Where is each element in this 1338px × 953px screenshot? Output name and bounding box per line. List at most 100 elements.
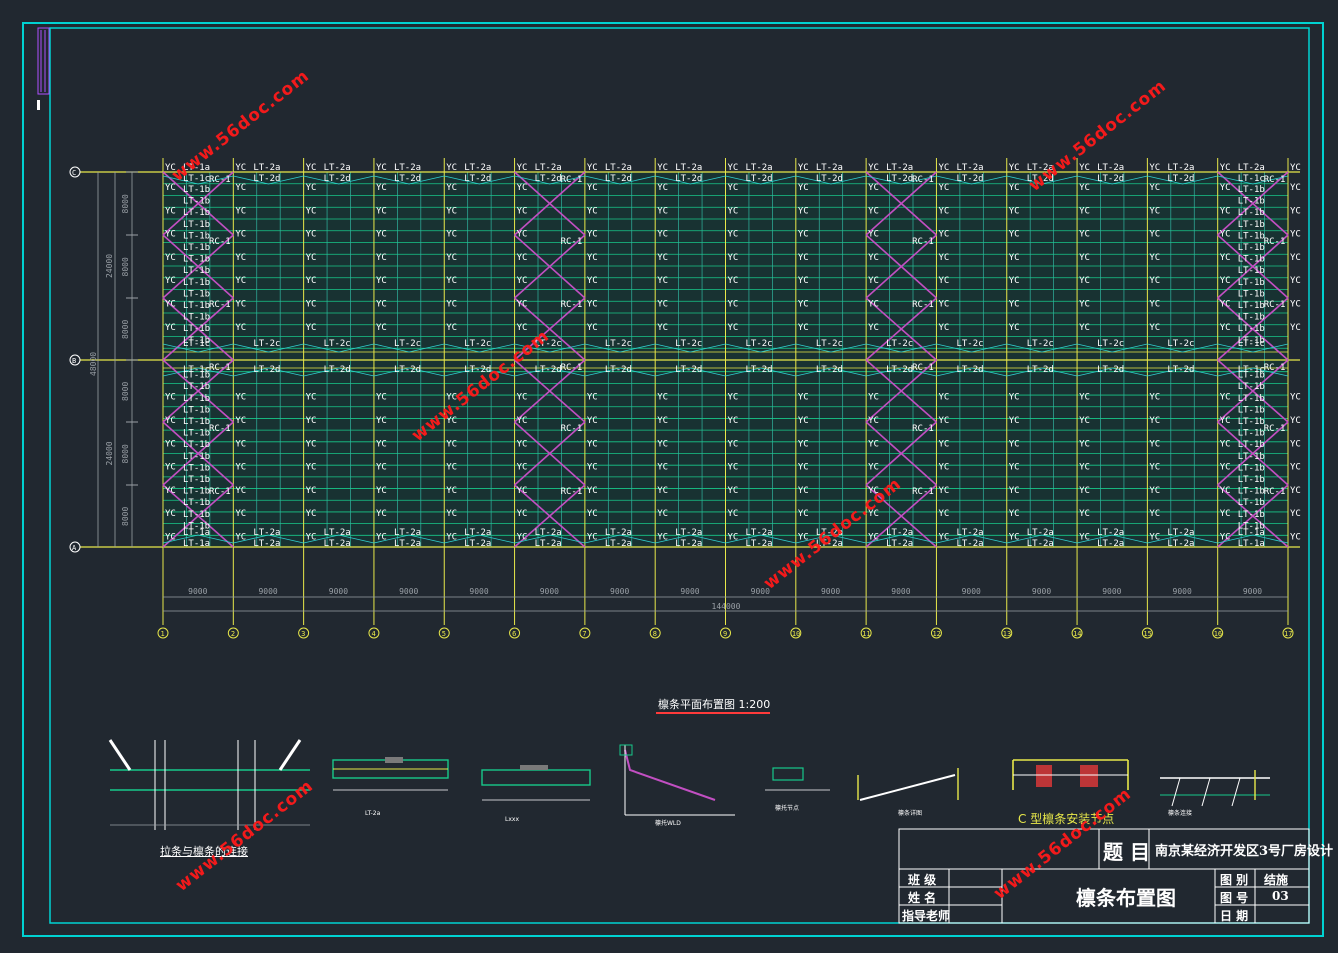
yc-label: YC xyxy=(657,163,668,173)
yc-label: YC xyxy=(1220,463,1231,473)
rc-label: RC-1 xyxy=(1264,424,1286,434)
yc-label: YC xyxy=(165,439,176,449)
yc-label: YC xyxy=(1009,253,1020,263)
yc-label: YC xyxy=(165,206,176,216)
purlin-label-end-bay: LT-1b xyxy=(183,324,210,334)
yc-label: YC xyxy=(517,300,528,310)
yc-label: YC xyxy=(587,509,598,519)
yc-label: YC xyxy=(1009,416,1020,426)
dimension-text-bay: 9000 xyxy=(188,587,207,596)
yc-label: YC xyxy=(446,463,457,473)
yc-label: YC xyxy=(657,439,668,449)
purlin-label-end-bay: LT-1b xyxy=(1238,197,1265,207)
yc-label: YC xyxy=(1290,230,1301,240)
detail-line xyxy=(859,774,956,801)
dimension-text-span-total: 48000 xyxy=(89,352,98,376)
purlin-label-end-bay: LT-1b xyxy=(1238,429,1265,439)
yc-label: YC xyxy=(165,253,176,263)
yc-label: YC xyxy=(376,253,387,263)
yc-label: YC xyxy=(376,323,387,333)
rc-label: RC-1 xyxy=(561,487,583,497)
project-name: 南京某经济开发区3号厂房设计 xyxy=(1155,844,1334,859)
purlin-label-end-bay: LT-1b xyxy=(183,475,210,485)
rc-label: RC-1 xyxy=(912,237,934,247)
yc-label: YC xyxy=(1079,323,1090,333)
dimension-text-bay: 9000 xyxy=(469,587,488,596)
yc-label: YC xyxy=(657,509,668,519)
detail-small-section xyxy=(772,767,804,781)
yc-label: YC xyxy=(587,323,598,333)
drawing-name: 檩条布置图 xyxy=(1076,886,1176,910)
rc-label: RC-1 xyxy=(912,300,934,310)
purlin-label-end-bay: LT-1b xyxy=(1238,382,1265,392)
purlin-label-ridge: LT-2c xyxy=(746,339,773,349)
yc-label: YC xyxy=(1220,276,1231,286)
row-axis-letter: A xyxy=(72,544,77,552)
yc-label: YC xyxy=(1290,276,1301,286)
yc-label: YC xyxy=(165,300,176,310)
yc-label: YC xyxy=(1079,276,1090,286)
yc-label: YC xyxy=(376,439,387,449)
purlin-label-end-bay: LT-1b xyxy=(1238,452,1265,462)
detail-caption: 檩托节点 xyxy=(775,804,799,812)
yc-label: YC xyxy=(938,486,949,496)
purlin-label-ridge-below: LT-2d xyxy=(605,365,632,375)
yc-label: YC xyxy=(657,533,668,543)
yc-label: YC xyxy=(587,486,598,496)
dimension-text-bay: 9000 xyxy=(610,587,629,596)
purlin-label-bottom: LT-2a xyxy=(1167,539,1194,549)
yc-label: YC xyxy=(798,206,809,216)
yc-label: YC xyxy=(1220,509,1231,519)
dimension-text-bay: 9000 xyxy=(680,587,699,596)
purlin-label-end-bay: LT-1b xyxy=(183,382,210,392)
yc-label: YC xyxy=(868,533,879,543)
purlin-label-end-bay: LT-1b xyxy=(183,429,210,439)
purlin-label-end-bay: LT-1b xyxy=(183,301,210,311)
yc-label: YC xyxy=(587,439,598,449)
yc-label: YC xyxy=(587,416,598,426)
dimension-text-bay: 9000 xyxy=(399,587,418,596)
purlin-label-top: LT-2a xyxy=(1167,163,1194,173)
yc-label: YC xyxy=(517,323,528,333)
purlin-label-end-bay: LT-1b xyxy=(183,452,210,462)
yc-label: YC xyxy=(728,253,739,263)
purlin-label-bottom-upper: LT-2a xyxy=(886,528,913,538)
purlin-label-ridge-below: LT-2d xyxy=(675,365,702,375)
purlin-label-bottom: LT-2a xyxy=(1027,539,1054,549)
yc-label: YC xyxy=(1149,486,1160,496)
purlin-label-ridge-below: LT-2d xyxy=(816,365,843,375)
purlin-label-ridge: LT-2c xyxy=(886,339,913,349)
yc-label: YC xyxy=(1079,253,1090,263)
yc-label: YC xyxy=(798,276,809,286)
purlin-label-top: LT-2a xyxy=(956,163,983,173)
yc-label: YC xyxy=(657,183,668,193)
purlin-label-bottom-upper: LT-2a xyxy=(675,528,702,538)
purlin-label-top: LT-2a xyxy=(535,163,562,173)
purlin-label-end-bay: LT-1b xyxy=(1238,208,1265,218)
purlin-label-bottom-upper: LT-2a xyxy=(956,528,983,538)
purlin-label-end-bay: LT-1b xyxy=(1238,394,1265,404)
rc-label: RC-1 xyxy=(561,237,583,247)
axis-number: 1 xyxy=(161,630,165,638)
purlin-label-second: LT-2d xyxy=(535,174,562,184)
purlin-label-bottom-upper: LT-2a xyxy=(464,528,491,538)
purlin-label-top: LT-2a xyxy=(675,163,702,173)
plan-grid: YC LT-1aLT-1cLT-1cLT-1cLT-1aLT-1aYCYCYCYC… xyxy=(69,158,1301,639)
purlin-label-bottom-upper: LT-2a xyxy=(324,528,351,538)
axis-number: 15 xyxy=(1143,630,1151,638)
yc-label: YC xyxy=(517,206,528,216)
yc-label: YC xyxy=(235,439,246,449)
yc-label: YC xyxy=(1149,323,1160,333)
rc-label: RC-1 xyxy=(912,175,934,185)
purlin-label-bottom: LT-2a xyxy=(394,539,421,549)
purlin-label-ridge-below: LT-2d xyxy=(956,365,983,375)
yc-label: YC xyxy=(235,509,246,519)
purlin-label-end-bay: LT-1b xyxy=(183,405,210,415)
yc-label: YC xyxy=(728,439,739,449)
detail-caption: 檩托WLD xyxy=(655,819,681,827)
purlin-label-end-bay: LT-1b xyxy=(1238,498,1265,508)
row-axis-letter: C xyxy=(72,169,76,177)
axis-number: 16 xyxy=(1214,630,1222,638)
yc-label: YC xyxy=(517,416,528,426)
rc-label: RC-1 xyxy=(561,424,583,434)
